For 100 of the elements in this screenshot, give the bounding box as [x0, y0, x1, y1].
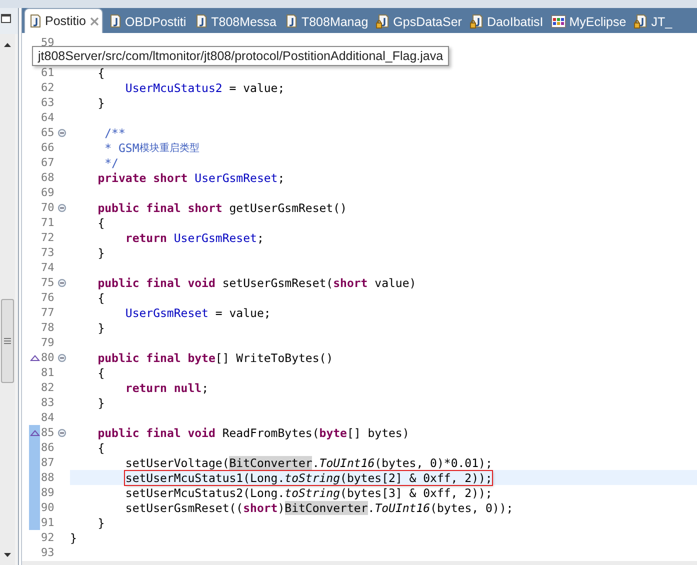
code-text: .: [368, 500, 375, 514]
line-number: 89: [40, 486, 56, 499]
close-icon[interactable]: [90, 16, 99, 26]
keyword: public final void: [98, 276, 216, 290]
line-number: 80: [40, 351, 56, 364]
line-number: 88: [40, 471, 56, 484]
line-number: 87: [40, 456, 56, 469]
keyword: return null: [125, 380, 202, 394]
keyword: short: [243, 500, 278, 514]
comment: * GSM: [104, 140, 140, 154]
collapse-icon[interactable]: [58, 128, 66, 136]
java-file-icon: [108, 14, 122, 29]
collapse-icon[interactable]: [58, 428, 66, 436]
editor-tab[interactable]: DaoIbatisI: [466, 10, 546, 33]
method-name: toString: [284, 486, 340, 500]
code-text: (bytes, 0)*0.01);: [374, 456, 492, 470]
line-number: 84: [40, 411, 56, 424]
line-number: 81: [40, 366, 56, 379]
code-text: }: [98, 516, 105, 530]
keyword: public final void: [98, 426, 216, 440]
line-number: 83: [40, 396, 56, 409]
line-number: 73: [40, 246, 56, 259]
line-number: 76: [40, 291, 56, 304]
code-text: getUserGsmReset(): [228, 200, 347, 214]
scroll-down-icon[interactable]: [4, 553, 11, 557]
line-number: 78: [40, 321, 56, 334]
keyword: private short: [98, 170, 188, 184]
code-text: }: [98, 320, 105, 334]
editor-tab[interactable]: JT_: [631, 10, 676, 33]
editor-tab[interactable]: T808Manag: [281, 10, 372, 33]
java-file-icon: [194, 14, 208, 29]
code-text: = value;: [228, 80, 285, 94]
line-number: 62: [40, 81, 56, 94]
line-number: 74: [40, 261, 56, 274]
editor-tab[interactable]: T808Messa: [191, 10, 280, 33]
code-text: setUserGsmReset((: [125, 500, 244, 514]
line-number: 61: [40, 66, 56, 79]
code-text: value): [374, 276, 416, 290]
keyword: byte: [319, 426, 347, 440]
java-file-icon: [28, 14, 42, 28]
scroll-thumb[interactable]: [1, 299, 14, 383]
code-text: setUserMcuStatus1(Long.: [125, 470, 285, 484]
line-number: 93: [40, 546, 56, 559]
code-text: }: [70, 530, 77, 544]
grid-icon: [551, 15, 566, 28]
editor-tab[interactable]: OBDPostiti: [105, 10, 190, 33]
collapse-icon[interactable]: [58, 204, 66, 212]
collapse-icon[interactable]: [58, 354, 66, 362]
occurrence-highlight: BitConverter: [284, 500, 368, 514]
code-text: (bytes[3] & 0xff, 2));: [340, 486, 492, 500]
tooltip: jt808Server/src/com/ltmonitor/jt808/protocol/PostitionAdditional_Flag.java: [32, 46, 450, 66]
line-number: 90: [40, 501, 56, 514]
scroll-up-icon[interactable]: [4, 43, 11, 47]
code-text: {: [98, 66, 105, 80]
line-number: 77: [40, 306, 56, 319]
code-text: ;: [256, 230, 264, 244]
line-number: 71: [40, 216, 56, 229]
editor-tab[interactable]: MyEclipse: [548, 10, 630, 33]
editor-tab[interactable]: GpsDataSer: [373, 10, 465, 33]
keyword: public final byte: [98, 350, 216, 364]
comment: /**: [104, 126, 126, 140]
line-number: 59: [40, 36, 56, 49]
line-number: 86: [40, 441, 56, 454]
comment: 模块重启类型: [139, 142, 200, 154]
locked-java-file-icon: [470, 14, 484, 29]
code-text: setUserVoltage(: [125, 456, 230, 470]
code-text: (bytes[2] & 0xff, 2));: [340, 470, 492, 484]
code-text: ;: [202, 380, 208, 394]
field-name: UserMcuStatus2: [125, 80, 222, 94]
collapse-icon[interactable]: [58, 278, 66, 286]
code-text: ReadFromBytes(: [221, 426, 320, 440]
line-number: 69: [40, 186, 56, 199]
field-name: UserGsmReset: [194, 170, 278, 184]
code-text: setUserGsmReset(: [221, 276, 334, 290]
code-text: .: [312, 456, 320, 470]
vertical-scrollbar[interactable]: [0, 34, 15, 565]
locked-java-file-icon: [376, 14, 390, 29]
code-text: {: [98, 440, 105, 454]
editor-tab[interactable]: Postitio: [24, 8, 103, 33]
line-number: 72: [40, 231, 56, 244]
code-text: setUserMcuStatus2(Long.: [125, 486, 285, 500]
line-number: 68: [40, 171, 56, 184]
code-text: (bytes, 0));: [430, 500, 514, 514]
code-text: }: [98, 96, 105, 110]
code-text: {: [98, 290, 105, 304]
line-number: 79: [40, 336, 56, 349]
code-text: ): [278, 500, 285, 514]
line-number: 85: [40, 426, 56, 439]
java-file-icon: [284, 14, 298, 29]
maximize-icon[interactable]: [1, 14, 11, 23]
field-name: UserGsmReset: [125, 306, 208, 320]
code-text: {: [98, 366, 105, 380]
code-text: [] bytes): [346, 426, 410, 440]
line-number: 70: [40, 201, 56, 214]
grip-icon: [4, 338, 11, 344]
code-text: ;: [278, 170, 285, 184]
line-number: 65: [40, 126, 56, 139]
occurrence-highlight: BitConverter: [229, 456, 312, 470]
method-name: ToUInt16: [319, 456, 375, 470]
keyword: public final short: [98, 200, 222, 214]
